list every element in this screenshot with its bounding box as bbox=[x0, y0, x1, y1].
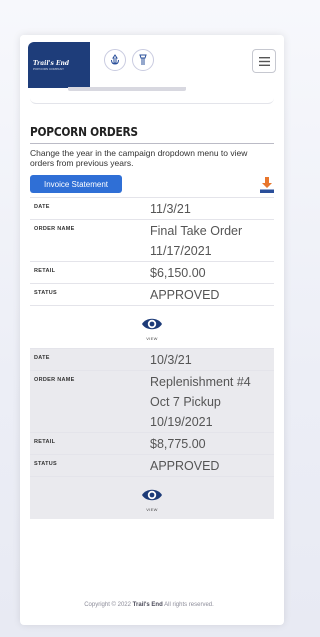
footer-prefix: Copyright © 2022 bbox=[84, 602, 131, 608]
section-title: POPCORN ORDERS bbox=[30, 124, 138, 139]
view-order-button[interactable]: VIEW bbox=[30, 305, 274, 348]
retail-label: RETAIL bbox=[34, 268, 56, 274]
status-label: STATUS bbox=[34, 290, 57, 296]
status-value: APPROVED bbox=[150, 459, 220, 473]
sub-header-bar bbox=[30, 87, 274, 104]
order-card-2: DATE 10/3/21 ORDER NAME Replenishment #4… bbox=[30, 348, 274, 519]
retail-value: $6,150.00 bbox=[150, 266, 206, 280]
order-name-label: ORDER NAME bbox=[34, 377, 75, 383]
date-label: DATE bbox=[34, 355, 50, 361]
logo-subtext: POPCORN COMPANY bbox=[33, 66, 64, 71]
status-row: STATUS APPROVED bbox=[30, 283, 274, 305]
date-value: 11/3/21 bbox=[150, 202, 191, 216]
hamburger-menu-icon[interactable] bbox=[252, 49, 276, 73]
order-name-line: 11/17/2021 bbox=[150, 244, 212, 258]
eye-icon[interactable] bbox=[141, 313, 163, 335]
popcorn-orders-section: POPCORN ORDERS Change the year in the ca… bbox=[30, 107, 274, 519]
invoice-statement-button[interactable]: Invoice Statement bbox=[30, 175, 122, 193]
order-card-1: DATE 11/3/21 ORDER NAME Final Take Order… bbox=[30, 197, 274, 348]
order-name-line: Final Take Order bbox=[150, 224, 243, 238]
view-label: VIEW bbox=[146, 336, 158, 341]
date-value: 10/3/21 bbox=[150, 353, 192, 367]
order-name-value: Replenishment #4 Oct 7 Pickup 10/19/2021 bbox=[150, 371, 274, 432]
retail-value: $8,775.00 bbox=[150, 437, 206, 451]
top-navbar: Trail's End POPCORN COMPANY bbox=[20, 35, 284, 88]
date-label: DATE bbox=[34, 204, 50, 210]
order-name-line: 10/19/2021 bbox=[150, 415, 213, 429]
scout-symbol-icon[interactable] bbox=[104, 49, 126, 71]
logo-text: Trail's End bbox=[33, 59, 70, 67]
order-name-row: ORDER NAME Replenishment #4 Oct 7 Pickup… bbox=[30, 370, 274, 432]
copyright-footer: Copyright © 2022 Trail's End All rights … bbox=[0, 602, 298, 608]
order-name-line: Replenishment #4 bbox=[150, 375, 251, 389]
view-order-button[interactable]: VIEW bbox=[30, 476, 274, 519]
order-name-label: ORDER NAME bbox=[34, 226, 75, 232]
order-name-row: ORDER NAME Final Take Order 11/17/2021 bbox=[30, 219, 274, 261]
section-description: Change the year in the campaign dropdown… bbox=[30, 148, 248, 168]
order-name-line: Oct 7 Pickup bbox=[150, 395, 221, 409]
view-label: VIEW bbox=[146, 507, 158, 512]
retail-row: RETAIL $8,775.00 bbox=[30, 432, 274, 454]
cub-scout-symbol-icon[interactable] bbox=[132, 49, 154, 71]
status-label: STATUS bbox=[34, 461, 57, 467]
footer-brand-link[interactable]: Trail's End bbox=[133, 602, 163, 608]
date-row: DATE 10/3/21 bbox=[30, 348, 274, 370]
retail-row: RETAIL $6,150.00 bbox=[30, 261, 274, 283]
status-value: APPROVED bbox=[150, 288, 220, 302]
mobile-viewport: Trail's End POPCORN COMPANY POPCORN ORDE… bbox=[20, 35, 284, 625]
brand-logo[interactable]: Trail's End POPCORN COMPANY bbox=[28, 42, 90, 88]
footer-suffix: All rights reserved. bbox=[164, 602, 214, 608]
title-divider bbox=[30, 143, 274, 144]
status-row: STATUS APPROVED bbox=[30, 454, 274, 476]
order-name-value: Final Take Order 11/17/2021 bbox=[150, 220, 274, 261]
date-row: DATE 11/3/21 bbox=[30, 197, 274, 219]
eye-icon[interactable] bbox=[141, 484, 163, 506]
download-icon[interactable] bbox=[260, 177, 274, 193]
retail-label: RETAIL bbox=[34, 439, 56, 445]
